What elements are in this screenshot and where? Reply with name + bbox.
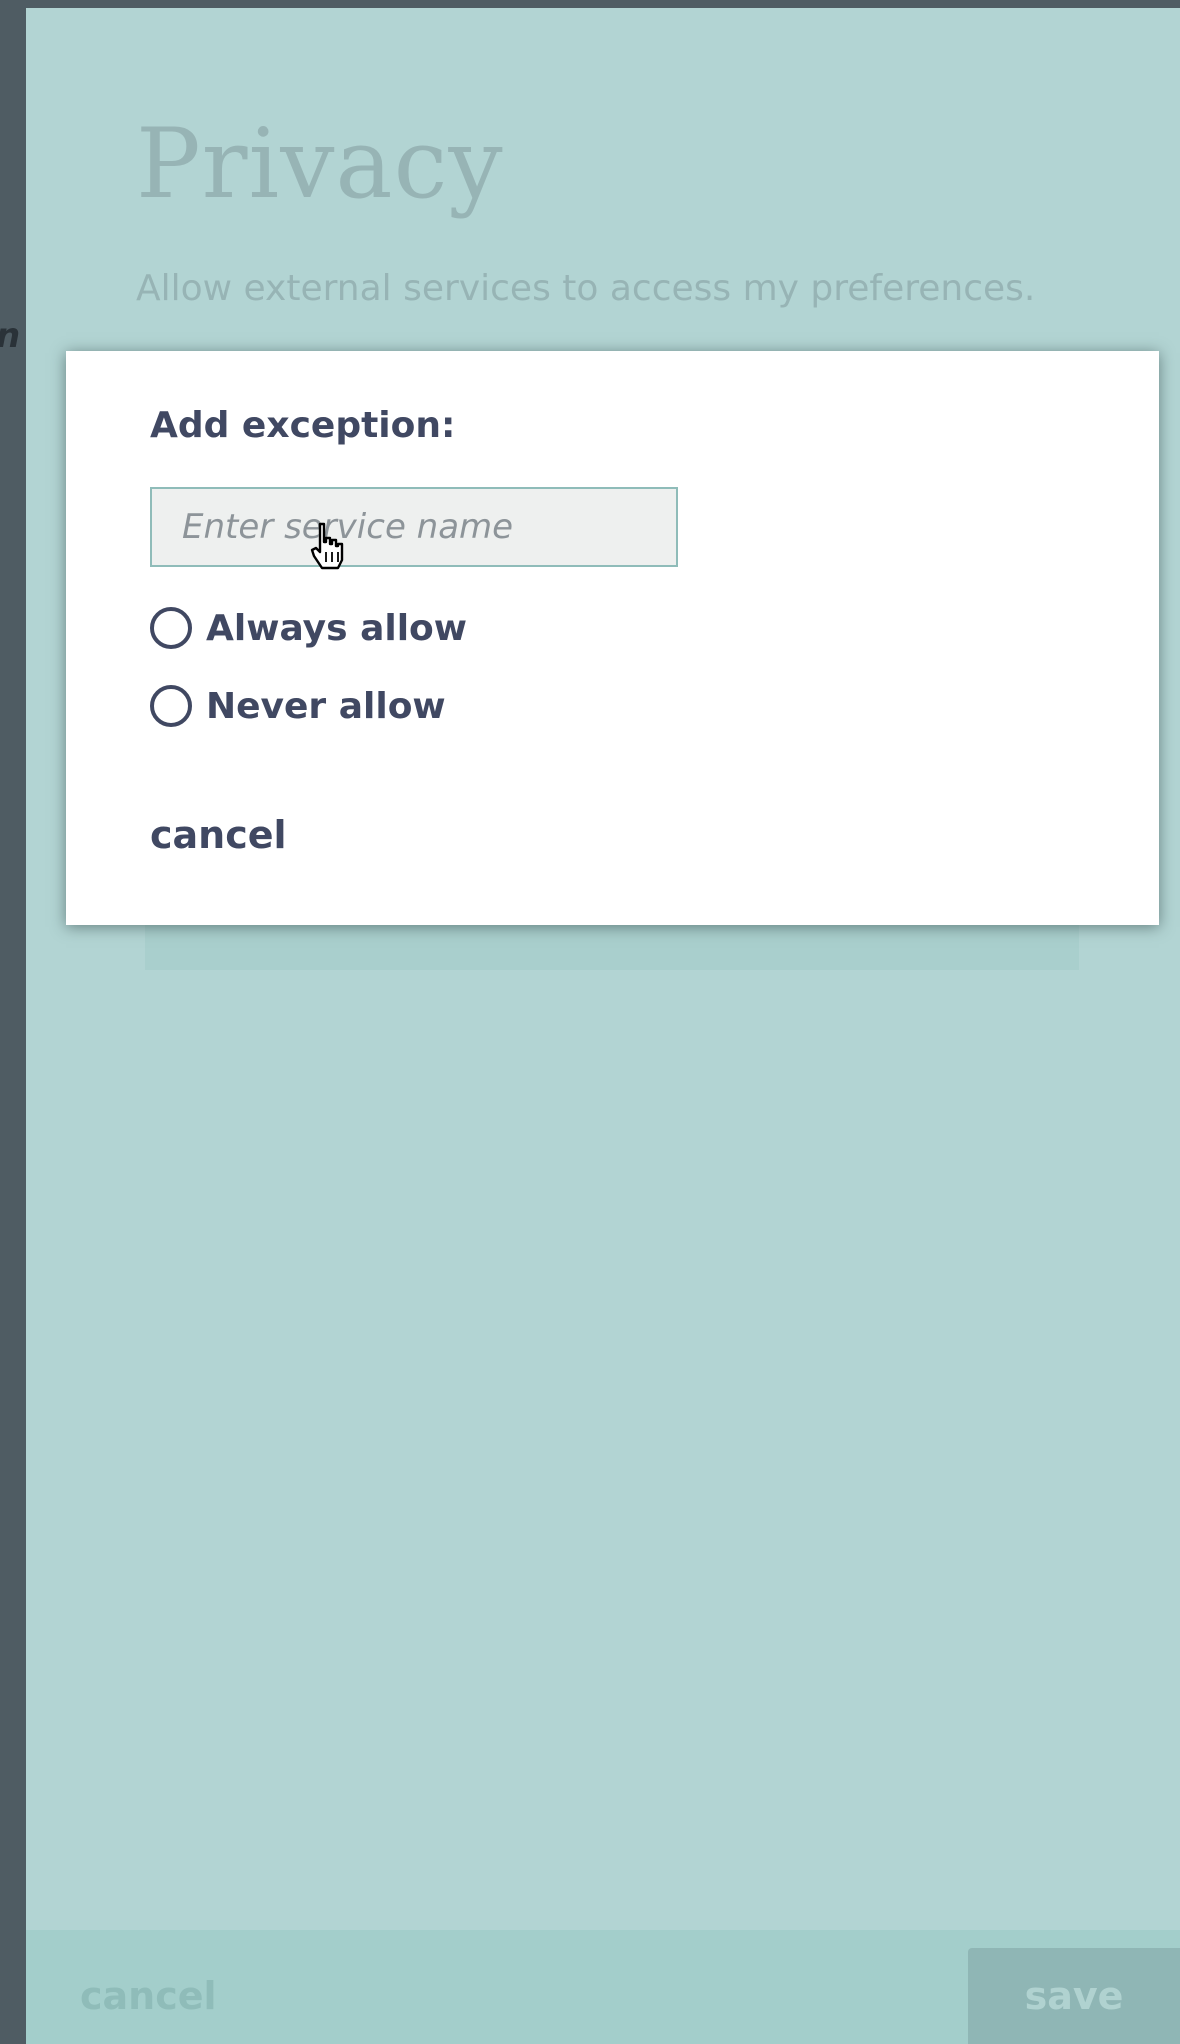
- page-description: Allow external services to access my pre…: [136, 268, 1036, 309]
- footer-cancel-button[interactable]: cancel: [80, 1974, 217, 2018]
- add-exception-dialog: Add exception: Always allow Never allow …: [66, 351, 1159, 925]
- never-allow-label: Never allow: [206, 685, 446, 727]
- left-background-strip: n: [0, 0, 26, 2044]
- service-name-input[interactable]: [150, 487, 678, 567]
- page-title: Privacy: [136, 108, 504, 220]
- always-allow-label: Always allow: [206, 607, 468, 649]
- always-allow-option[interactable]: Always allow: [150, 607, 467, 649]
- never-allow-radio[interactable]: [150, 685, 192, 727]
- never-allow-option[interactable]: Never allow: [150, 685, 446, 727]
- hand-pointer-cursor-icon: [310, 522, 344, 570]
- partial-background-text: n: [0, 316, 20, 356]
- privacy-panel: Privacy Allow external services to acces…: [26, 8, 1180, 2044]
- dialog-cancel-button[interactable]: cancel: [150, 813, 287, 857]
- always-allow-radio[interactable]: [150, 607, 192, 649]
- dialog-title: Add exception:: [150, 405, 456, 446]
- footer-bar: cancel save: [26, 1930, 1180, 2044]
- footer-save-button[interactable]: save: [968, 1948, 1180, 2044]
